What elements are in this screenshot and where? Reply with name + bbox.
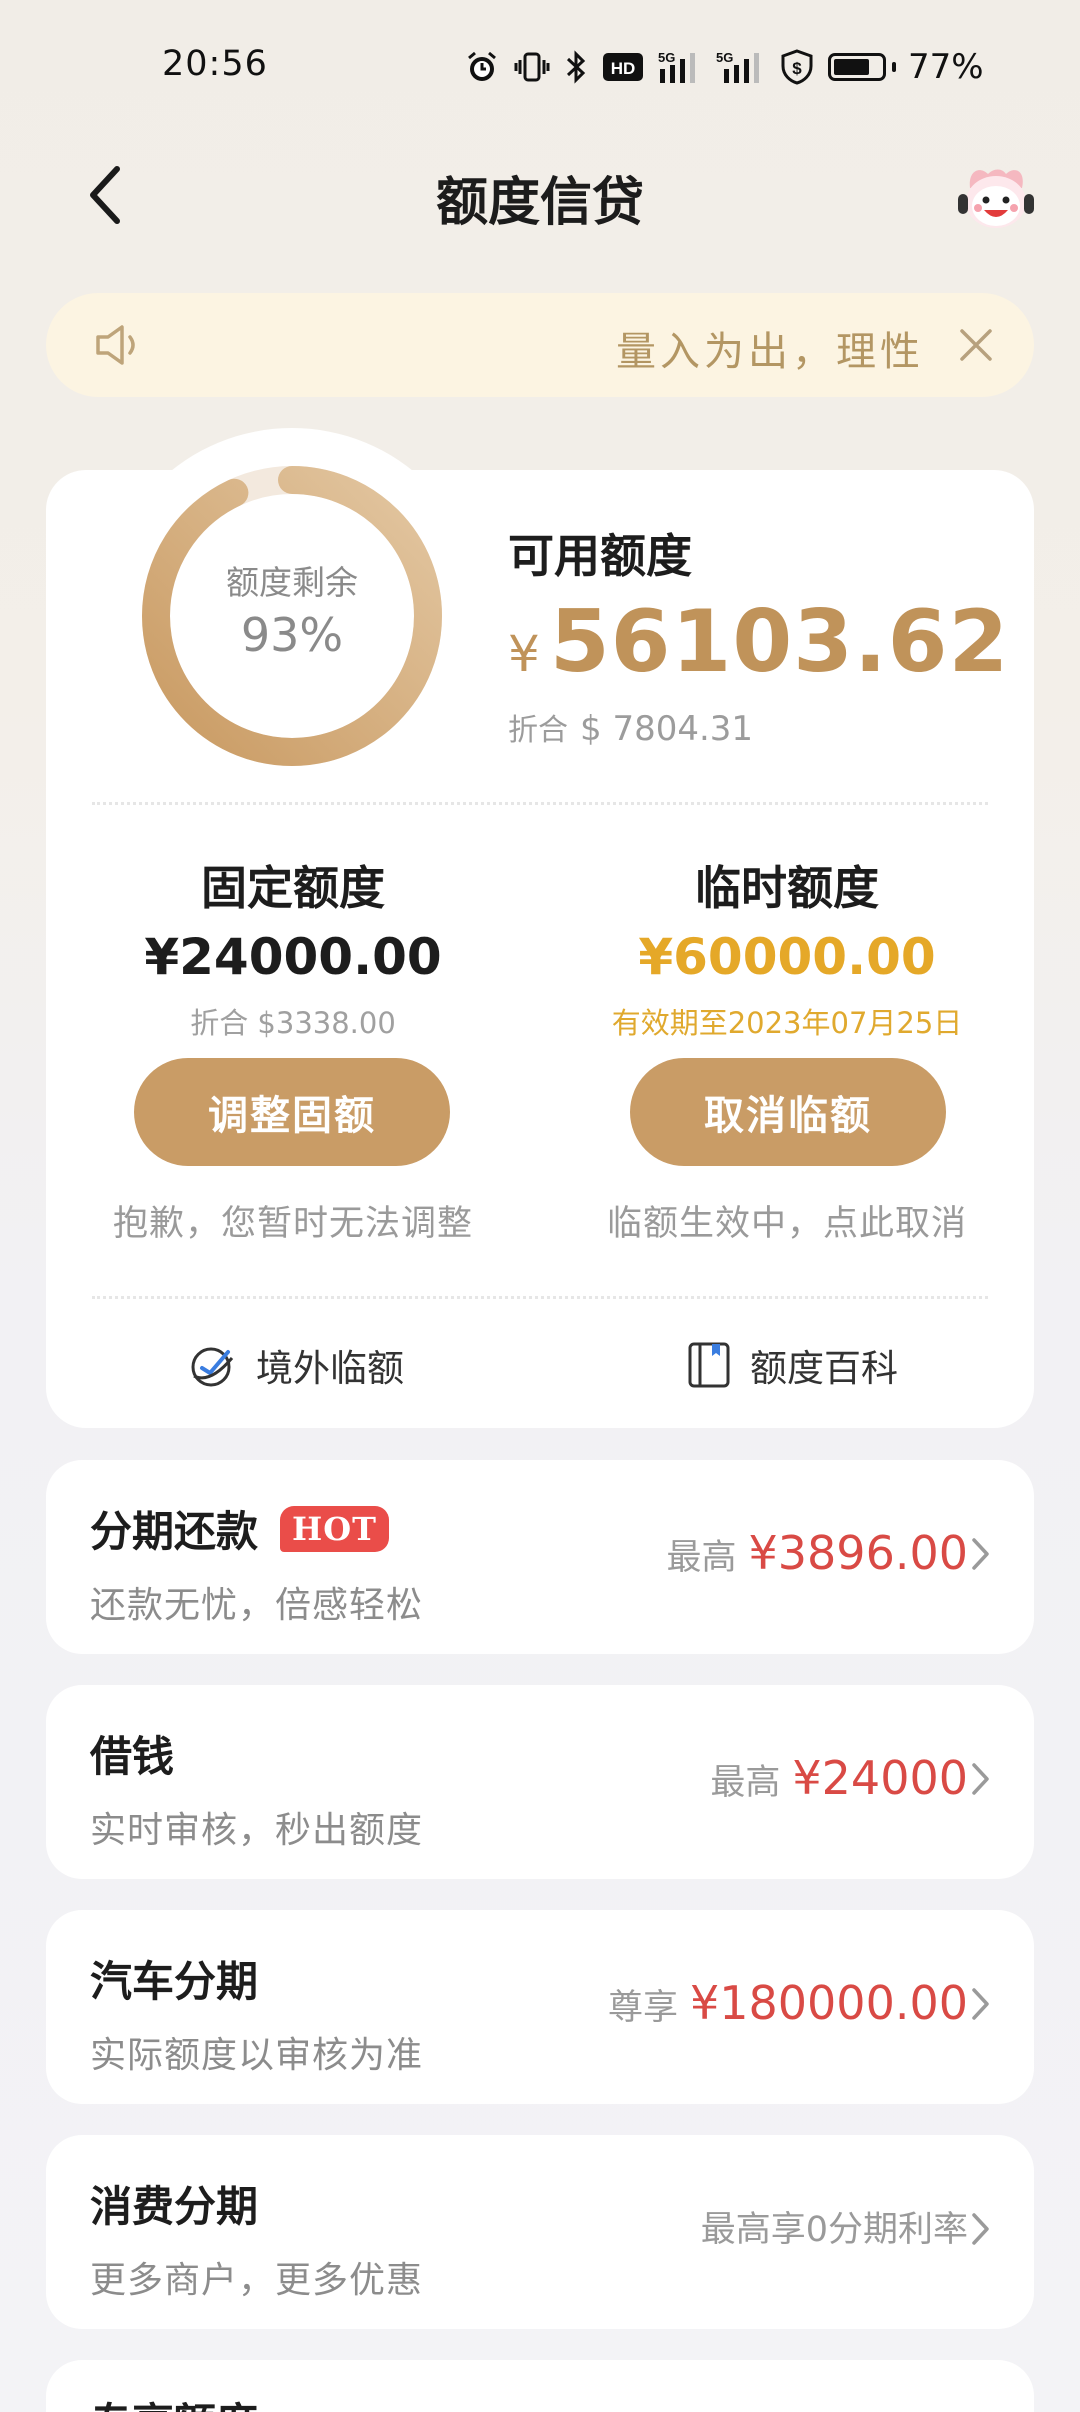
temp-limit-amount: ¥60000.00 <box>638 928 936 986</box>
bluetooth-icon <box>564 49 588 85</box>
product-subtitle: 实时审核，秒出额度 <box>90 1810 424 1851</box>
product-card-consumer-installment[interactable]: 消费分期 更多商户，更多优惠 最高享0分期利率 <box>46 2135 1034 2329</box>
product-limit: 最高享0分期利率 <box>701 2201 968 2252</box>
temp-limit-note[interactable]: 临额生效中，点此取消 <box>562 1195 1012 1246</box>
chevron-right-icon <box>972 1538 989 1570</box>
product-limit: 最高 ¥3896.00 <box>666 1526 968 1580</box>
product-title-text: 分期还款 <box>90 1507 259 1556</box>
product-subtitle: 还款无忧，倍感轻松 <box>90 1585 424 1626</box>
close-icon[interactable] <box>954 323 998 367</box>
fixed-limit-amount: ¥24000.00 <box>144 928 442 986</box>
cancel-temp-button[interactable]: 取消临额 <box>630 1058 946 1166</box>
battery-fill <box>834 59 870 75</box>
product-limit: 尊享 ¥180000.00 <box>608 1976 968 2030</box>
product-title: 消费分期 <box>90 2173 258 2234</box>
available-amount: ¥ 56103.62 <box>508 592 1009 692</box>
product-limit-value: ¥24000 <box>792 1751 968 1805</box>
product-subtitle: 实际额度以审核为准 <box>90 2035 424 2076</box>
notice-bar[interactable]: 量入为出，理性 <box>46 293 1034 397</box>
vibrate-icon <box>514 49 550 85</box>
battery-percent: 77% <box>908 47 984 87</box>
overseas-limit-link[interactable]: 境外临额 <box>188 1330 404 1400</box>
product-title-text: 消费分期 <box>90 2182 259 2231</box>
adjust-fixed-button[interactable]: 调整固额 <box>134 1058 450 1166</box>
speaker-icon <box>96 325 135 365</box>
overseas-limit-label: 境外临额 <box>256 1347 404 1390</box>
product-title: 专享额度 <box>90 2390 258 2412</box>
fixed-limit-title: 固定额度 <box>201 861 385 915</box>
signal-5g-icon: 5G <box>716 49 766 85</box>
mascot-icon[interactable] <box>950 158 1040 234</box>
book-icon <box>688 1342 730 1388</box>
shield-dollar-icon: $ <box>780 49 814 85</box>
product-limit-prefix: 最高 <box>710 1763 781 1803</box>
globe-plane-icon <box>191 1347 234 1387</box>
limit-wiki-link[interactable]: 额度百科 <box>686 1330 898 1400</box>
divider <box>92 802 988 805</box>
ring-value: 93% <box>240 608 344 662</box>
divider <box>92 1296 988 1299</box>
fixed-limit-note: 抱歉，您暂时无法调整 <box>112 1204 473 1244</box>
available-convert: 折合 $ 7804.31 <box>508 705 753 749</box>
product-title: 借钱 <box>90 1723 174 1784</box>
status-time: 20:56 <box>162 44 268 84</box>
product-card-installment-repay[interactable]: 分期还款 HOT 还款无忧，倍感轻松 最高 ¥3896.00 <box>46 1460 1034 1654</box>
product-card-exclusive-limit[interactable]: 专享额度 <box>46 2360 1034 2412</box>
product-title: 分期还款 HOT <box>90 1498 389 1559</box>
product-limit: 最高 ¥24000 <box>710 1751 968 1805</box>
product-limit-prefix: 最高享0分期利率 <box>700 2210 968 2250</box>
fixed-limit-convert: 折合 $3338.00 <box>190 1006 396 1040</box>
product-title-text: 专享额度 <box>90 2390 258 2412</box>
hd-icon: HD <box>602 49 644 85</box>
temp-limit-expiry: 有效期至2023年07月25日 <box>611 1006 963 1040</box>
battery-icon: 77% <box>828 47 984 87</box>
product-limit-value: ¥3896.00 <box>748 1526 969 1580</box>
status-bar: 20:56 HD 5G 5G $ 77% <box>0 0 1080 130</box>
signal-5g-icon: 5G <box>658 49 702 85</box>
product-card-borrow[interactable]: 借钱 实时审核，秒出额度 最高 ¥24000 <box>46 1685 1034 1879</box>
currency-symbol: ¥ <box>508 625 540 683</box>
net-label: 5G <box>658 50 675 65</box>
product-title: 汽车分期 <box>90 1948 258 2009</box>
available-amount-value: 56103.62 <box>549 592 1010 692</box>
product-card-car-installment[interactable]: 汽车分期 实际额度以审核为准 尊享 ¥180000.00 <box>46 1910 1034 2104</box>
chevron-right-icon <box>972 1763 989 1795</box>
alarm-icon <box>464 49 500 85</box>
product-limit-prefix: 最高 <box>666 1538 737 1578</box>
status-icons: HD 5G 5G $ 77% <box>464 42 984 92</box>
convert-amount: $ 7804.31 <box>580 709 754 749</box>
product-title-text: 汽车分期 <box>90 1957 259 2006</box>
svg-text:$: $ <box>792 59 802 78</box>
ring-label: 额度剩余 <box>226 563 358 602</box>
temp-limit-title: 临时额度 <box>695 861 879 915</box>
product-limit-prefix: 尊享 <box>607 1988 678 2028</box>
product-limit-value: ¥180000.00 <box>689 1976 968 2030</box>
chevron-right-icon <box>972 1988 989 2020</box>
hot-badge: HOT <box>280 1505 389 1552</box>
hd-label: HD <box>611 59 636 78</box>
notice-text: 量入为出，理性 <box>616 329 924 375</box>
product-subtitle: 更多商户，更多优惠 <box>90 2260 424 2301</box>
fixed-limit-section: 固定额度 ¥24000.00 折合 $3338.00 <box>68 852 518 1042</box>
page-title: 额度信贷 <box>435 173 644 233</box>
net-label: 5G <box>716 50 733 65</box>
product-title-text: 借钱 <box>90 1732 175 1781</box>
limit-wiki-label: 额度百科 <box>750 1347 898 1390</box>
chevron-right-icon <box>972 2213 989 2245</box>
available-title: 可用额度 <box>508 529 692 583</box>
convert-label: 折合 <box>508 713 568 748</box>
temp-limit-section: 临时额度 ¥60000.00 有效期至2023年07月25日 <box>562 852 1012 1042</box>
